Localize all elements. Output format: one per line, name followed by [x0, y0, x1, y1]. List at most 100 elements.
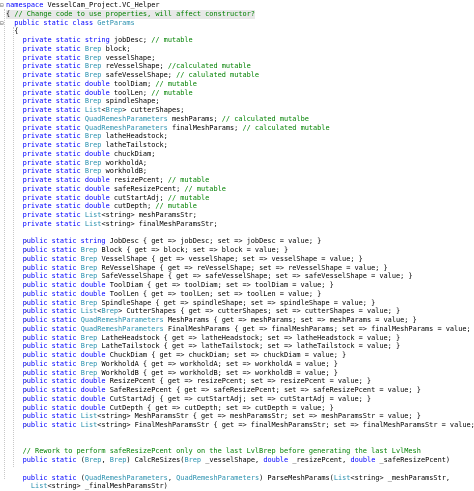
code-line[interactable]: public static Brep WorkholdB { get => wo…	[6, 369, 338, 378]
code-line[interactable]: private static Brep latheHeadstock;	[6, 132, 168, 141]
code-token: private static	[6, 219, 85, 228]
code-line[interactable]: private static List<string> finalMeshPar…	[6, 220, 218, 229]
code-token: List	[80, 412, 98, 421]
code-token: namespace	[6, 1, 48, 9]
code-token: public static	[6, 359, 81, 368]
collapse-minus-icon[interactable]: ⊟	[0, 2, 6, 9]
code-line[interactable]: private static QuadRemeshParameters mesh…	[6, 115, 309, 124]
code-line[interactable]: public static string JobDesc { get => jo…	[6, 237, 322, 246]
code-line[interactable]: public static double ResizePcent { get =…	[6, 377, 371, 386]
code-token: // calculated mutalbe	[221, 114, 309, 123]
code-line[interactable]: private static double resizePcent; // mu…	[6, 176, 210, 185]
code-line[interactable]: { // Change code to use properties, will…	[6, 9, 255, 19]
code-line[interactable]: public static Brep LatheTailstock { get …	[6, 342, 401, 351]
code-token: Brep	[84, 132, 106, 141]
code-line[interactable]: public static Brep ReVesselShape { get =…	[6, 264, 388, 273]
code-token: public static	[6, 342, 81, 351]
code-token: // mutable	[151, 36, 193, 44]
code-line[interactable]: // Rework to perform safeResizePcent onl…	[6, 447, 421, 456]
code-line[interactable]: public static Brep LatheHeadstock { get …	[6, 334, 401, 343]
code-token: public static	[6, 421, 81, 429]
code-line[interactable]: public static Brep Block { get => block;…	[6, 246, 289, 255]
code-line[interactable]: namespace VesselCam_Project.VC_Helper	[6, 1, 160, 10]
code-line[interactable]: public static double ToolDiam { get => t…	[6, 281, 334, 290]
code-line[interactable]: private static double cutDepth; // mutab…	[6, 202, 197, 211]
code-line[interactable]: public static List<Brep> CutterShapes { …	[6, 307, 401, 316]
code-token: private static	[6, 114, 85, 123]
code-token: List	[84, 106, 102, 114]
collapse-minus-icon[interactable]: ⊟	[0, 20, 6, 27]
code-line[interactable]: private static double chuckDiam;	[6, 150, 156, 159]
code-token: safeVesselShape;	[105, 71, 177, 79]
code-line[interactable]: private static List<string> meshParamsSt…	[6, 211, 197, 220]
property-wrench-icon: ↗	[24, 343, 28, 351]
code-line[interactable]: public static (Brep, Brep) CalcReSizes(B…	[6, 456, 450, 465]
property-wrench-icon: ↗	[24, 325, 28, 333]
code-token: LatheTailstock { get => latheTailstock; …	[101, 342, 401, 351]
code-line[interactable]: public static (QuadRemeshParameters, Qua…	[6, 474, 450, 483]
code-line[interactable]: public static double ChuckDiam { get => …	[6, 351, 347, 360]
code-token: private static	[6, 44, 85, 53]
code-line[interactable]: public static QuadRemeshParameters MeshP…	[6, 316, 417, 325]
code-editor[interactable]: namespace VesselCam_Project.VC_Helper{ /…	[0, 0, 474, 490]
property-wrench-icon: ↗	[24, 334, 28, 342]
code-token: QuadRemeshParameters	[84, 123, 172, 132]
code-line[interactable]: public static List<string> MeshParamsStr…	[6, 412, 421, 421]
code-token: <string> _meshParamsStr,	[350, 473, 450, 482]
code-token: SafeResizePcent { get => safeResizePcent…	[109, 386, 421, 394]
code-token: public static	[6, 246, 81, 254]
code-token: Brep	[105, 106, 123, 114]
code-line[interactable]: public static double CutDepth { get => c…	[6, 404, 334, 413]
code-line[interactable]: private static Brep block;	[6, 44, 131, 54]
code-line[interactable]: public static Brep SafeVesselShape { get…	[6, 272, 413, 281]
code-line[interactable]: private static double safeResizePcent; /…	[6, 185, 226, 194]
code-token: private static double	[6, 79, 114, 88]
code-line[interactable]: private static string jobDesc; // mutabl…	[6, 36, 193, 45]
code-token: Block { get => block; set => block = val…	[101, 246, 289, 254]
code-token: public static	[6, 272, 81, 281]
code-line[interactable]: private static QuadRemeshParameters fina…	[6, 124, 330, 133]
code-line[interactable]: public static Brep VesselShape { get => …	[6, 255, 363, 264]
code-line[interactable]: public static Brep SpindleShape { get =>…	[6, 299, 376, 308]
code-token: VesselShape { get => vesselShape; set =>…	[101, 254, 363, 263]
code-line[interactable]: private static double cutStartAdj; // mu…	[6, 193, 210, 203]
code-line[interactable]: private static Brep spindleShape;	[6, 97, 160, 106]
code-token: private static	[6, 132, 85, 141]
property-wrench-icon: ↗	[24, 404, 28, 412]
code-token: Brep	[84, 71, 106, 79]
code-line[interactable]: {	[6, 27, 18, 36]
property-wrench-icon: ↗	[24, 422, 28, 429]
code-token: public static double	[6, 403, 110, 412]
code-line[interactable]: private static Brep vesselShape;	[6, 53, 156, 63]
code-line[interactable]: private static double toolLen; // mutabl…	[6, 89, 193, 98]
code-token: List	[84, 211, 102, 219]
code-line[interactable]: public static double ToolLen { get => to…	[6, 289, 322, 299]
property-wrench-icon: ↗	[24, 387, 28, 394]
code-line[interactable]: public static class GetParams	[6, 19, 134, 28]
code-token: CutStartAdj { get => cutStartAdj; set =>…	[109, 394, 372, 403]
code-line[interactable]: private static Brep workholdB;	[6, 167, 147, 176]
code-line[interactable]: public static QuadRemeshParameters Final…	[6, 325, 474, 334]
code-token: Brep	[80, 263, 102, 272]
code-line[interactable]: private static Brep latheTailstock;	[6, 141, 168, 150]
code-line[interactable]: private static Brep workholdA;	[6, 159, 147, 168]
code-token: List	[80, 307, 98, 316]
code-line[interactable]: private static Brep reVesselShape; //cal…	[6, 62, 251, 71]
code-line[interactable]: public static Brep WorkholdA { get => wo…	[6, 360, 338, 369]
code-token: cutStartAdj;	[113, 193, 168, 202]
code-token: toolDiam;	[113, 79, 156, 88]
code-line[interactable]: private static Brep safeVesselShape; // …	[6, 71, 260, 80]
code-token: <string> finalMeshParamsStr;	[101, 219, 218, 228]
property-wrench-icon: ↗	[24, 413, 28, 421]
code-line[interactable]: public static double CutStartAdj { get =…	[6, 395, 371, 404]
code-line[interactable]: private static List<Brep> cutterShapes;	[6, 106, 185, 115]
code-line[interactable]: public static double SafeResizePcent { g…	[6, 386, 421, 395]
code-token: List	[84, 219, 102, 228]
code-line[interactable]: public static List<string> FinalMeshPara…	[6, 421, 474, 430]
code-token: cutDepth;	[113, 202, 156, 211]
code-token: toolLen;	[113, 88, 152, 97]
code-line[interactable]: List<string> _finalMeshParamsStr)	[6, 482, 168, 491]
code-line[interactable]: private static double toolDiam; // mutab…	[6, 80, 197, 89]
code-token: ToolLen { get => toolLen; set => toolLen…	[109, 289, 322, 298]
code-token: Brep	[84, 53, 106, 62]
